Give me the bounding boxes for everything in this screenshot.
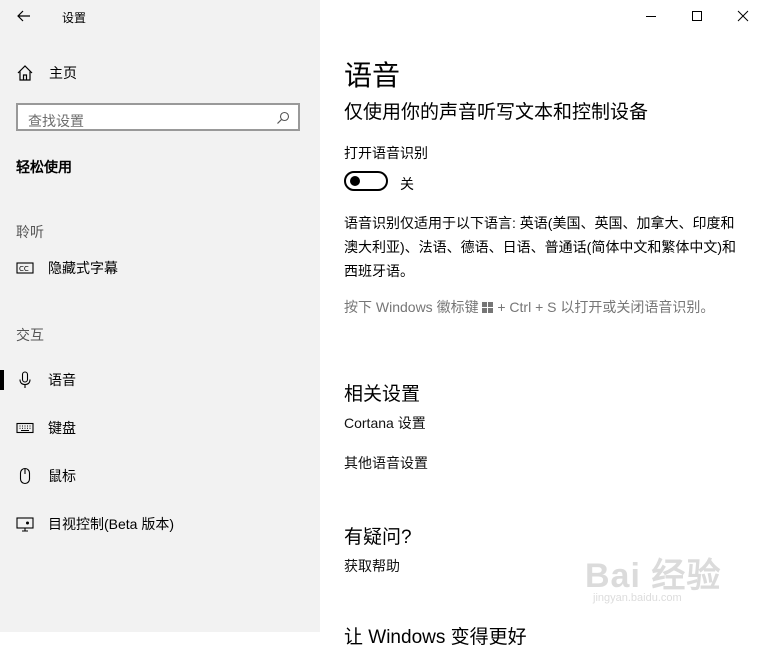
main-pane: 语音 仅使用你的声音听写文本和控制设备 打开语音识别 关 语音识别仅适用于以下语… — [320, 0, 766, 648]
sidebar-item-closed-captions[interactable]: CC 隐藏式字幕 — [0, 253, 320, 283]
language-description: 语音识别仅适用于以下语言: 英语(美国、英国、加拿大、印度和澳大利亚)、法语、德… — [344, 215, 736, 279]
sidebar-item-label: 目视控制(Beta 版本) — [48, 516, 175, 532]
watermark-logo: Bai 经验 — [585, 557, 722, 595]
page-subtitle: 仅使用你的声音听写文本和控制设备 — [344, 102, 649, 123]
feedback-heading: 让 Windows 变得更好 — [344, 627, 527, 648]
toggle-knob — [350, 176, 360, 186]
cortana-settings-link[interactable]: Cortana 设置 — [344, 413, 426, 433]
app-title: 设置 — [62, 11, 87, 25]
other-speech-settings-link[interactable]: 其他语音设置 — [344, 453, 428, 473]
sidebar-item-keyboard[interactable]: 键盘 — [0, 413, 320, 443]
eye-control-icon — [16, 515, 34, 533]
toggle-state-label: 关 — [400, 176, 414, 192]
home-icon — [16, 64, 34, 82]
question-heading: 有疑问? — [344, 527, 412, 548]
shortcut-hint: 按下 Windows 徽标键 + Ctrl + S 以打开或关闭语音识别。 — [344, 295, 744, 319]
sidebar-item-label: 鼠标 — [48, 468, 76, 484]
svg-text:CC: CC — [19, 265, 29, 273]
group-label-hearing: 聆听 — [16, 224, 44, 240]
close-icon[interactable] — [728, 4, 758, 28]
section-title: 轻松使用 — [16, 159, 72, 175]
page-title: 语音 — [344, 60, 401, 91]
sidebar-item-eye-control[interactable]: 目视控制(Beta 版本) — [0, 509, 320, 539]
sidebar-item-label: 隐藏式字幕 — [48, 260, 118, 276]
back-arrow-icon[interactable] — [14, 6, 34, 26]
home-nav-item[interactable]: 主页 — [16, 61, 306, 85]
selected-indicator — [0, 370, 4, 390]
sidebar-item-mouse[interactable]: 鼠标 — [0, 461, 320, 491]
maximize-icon[interactable] — [682, 4, 712, 28]
related-settings-heading: 相关设置 — [344, 384, 421, 405]
mouse-icon — [16, 467, 34, 485]
sidebar: 设置 主页 查找设置 轻松使用 聆听 CC 隐藏式字幕 交互 语音 键盘 鼠标 … — [0, 0, 320, 632]
speech-recognition-toggle[interactable] — [344, 171, 388, 191]
minimize-icon[interactable] — [636, 4, 666, 28]
home-label: 主页 — [49, 65, 77, 81]
group-label-interaction: 交互 — [16, 327, 44, 343]
sidebar-item-label: 语音 — [48, 372, 76, 388]
title-bar: 设置 — [0, 0, 320, 32]
sidebar-item-speech[interactable]: 语音 — [0, 365, 320, 395]
watermark: Bai 经验 jingyan.baidu.com — [585, 548, 755, 610]
shortcut-hint-after: + Ctrl + S 以打开或关闭语音识别。 — [497, 299, 715, 315]
get-help-link[interactable]: 获取帮助 — [344, 556, 400, 576]
shortcut-hint-before: 按下 Windows 徽标键 — [344, 299, 479, 315]
search-icon[interactable] — [276, 111, 290, 125]
search-placeholder: 查找设置 — [28, 113, 84, 129]
speech-recognition-label: 打开语音识别 — [344, 145, 428, 161]
search-input[interactable]: 查找设置 — [16, 103, 300, 131]
microphone-icon — [16, 371, 34, 389]
keyboard-icon — [16, 419, 34, 437]
closed-captions-icon: CC — [16, 259, 34, 277]
watermark-url: jingyan.baidu.com — [593, 592, 682, 604]
sidebar-item-label: 键盘 — [48, 420, 76, 436]
windows-logo-icon — [482, 296, 494, 313]
